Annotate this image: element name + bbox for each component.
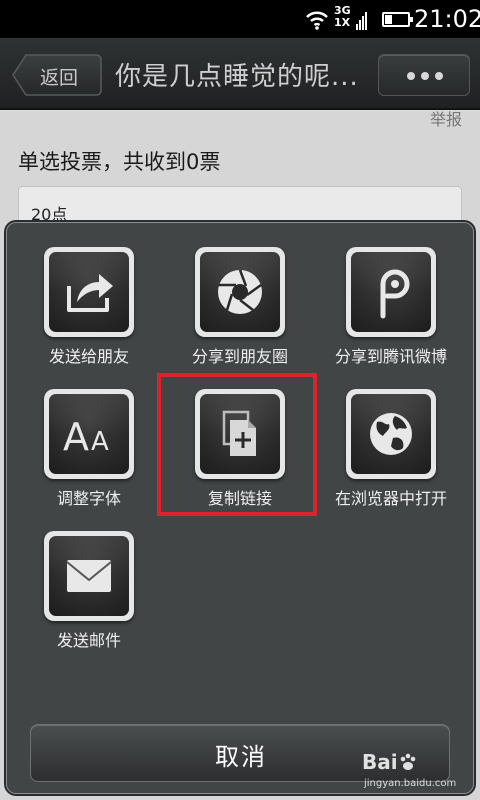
share-label: 调整字体 [56, 489, 121, 508]
svg-text:A: A [91, 427, 109, 457]
more-button[interactable] [378, 54, 470, 96]
share-item-send-to-friend[interactable]: 发送给朋友 [7, 247, 157, 375]
status-bar: 3G 1X 21:02 [0, 0, 480, 38]
watermark-url: jingyan.baidu.com [364, 778, 457, 789]
envelope-icon [44, 531, 134, 621]
tencent-weibo-icon [346, 247, 436, 337]
share-label: 分享到朋友圈 [191, 347, 288, 366]
share-item-moments[interactable]: 分享到朋友圈 [158, 247, 308, 375]
share-label: 分享到腾讯微博 [334, 347, 447, 366]
battery-icon [382, 12, 413, 27]
back-button[interactable]: 返回 [12, 54, 102, 96]
share-label: 发送给朋友 [48, 347, 129, 366]
share-item-tencent-weibo[interactable]: 分享到腾讯微博 [309, 247, 459, 375]
camera-aperture-icon [195, 247, 285, 337]
back-button-label: 返回 [40, 67, 79, 89]
globe-icon [346, 389, 436, 479]
network-indicator: 3G 1X [334, 5, 370, 33]
watermark-logo: Bai [362, 750, 398, 774]
font-size-icon: A A [44, 389, 134, 479]
status-time: 21:02 [414, 5, 480, 33]
share-item-font-size[interactable]: A A 调整字体 [7, 389, 157, 517]
report-link[interactable]: 举报 [430, 106, 462, 130]
copy-link-highlight-box [157, 373, 317, 516]
vote-title: 单选投票，共收到0票 [18, 150, 221, 174]
battery-fill [385, 15, 392, 24]
ellipsis-icon [407, 72, 443, 80]
title-bar: 返回 你是几点睡觉的呢... [0, 38, 480, 110]
share-label: 发送邮件 [56, 631, 121, 650]
wifi-icon [306, 11, 328, 30]
paw-icon [400, 753, 416, 770]
share-arrow-icon [44, 247, 134, 337]
share-item-open-in-browser[interactable]: 在浏览器中打开 [309, 389, 459, 517]
share-item-send-email[interactable]: 发送邮件 [7, 531, 157, 659]
signal-bars-icon [356, 12, 367, 30]
svg-text:A: A [63, 415, 89, 459]
page-title: 你是几点睡觉的呢... [115, 62, 359, 92]
share-label: 在浏览器中打开 [334, 489, 447, 508]
baidu-watermark: Bai jingyan.baidu.com [362, 748, 474, 796]
